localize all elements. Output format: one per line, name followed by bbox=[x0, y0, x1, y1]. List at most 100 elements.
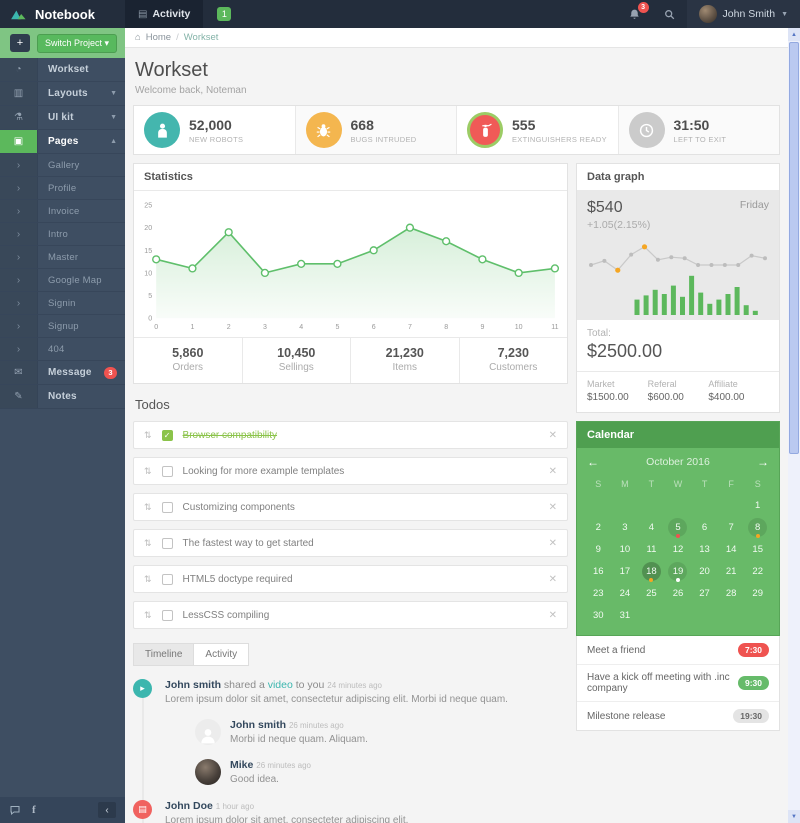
todo-checkbox[interactable]: ✓ bbox=[161, 429, 173, 441]
close-icon[interactable]: ✕ bbox=[549, 466, 557, 477]
activity-button[interactable]: ▤ Activity bbox=[125, 0, 204, 28]
calendar-day-21[interactable]: 21 bbox=[718, 561, 745, 582]
close-icon[interactable]: ✕ bbox=[549, 430, 557, 441]
sidebar-item-404[interactable]: › 404 bbox=[0, 338, 125, 361]
todo-checkbox[interactable] bbox=[161, 537, 173, 549]
tab-activity[interactable]: Activity bbox=[193, 643, 250, 667]
calendar-day-1[interactable]: 1 bbox=[744, 495, 771, 516]
timeline-entry-time: 24 minutes ago bbox=[327, 681, 382, 691]
event-meet-a-friend[interactable]: Meet a friend 7:30 bbox=[577, 636, 779, 665]
tab-timeline[interactable]: Timeline bbox=[133, 643, 195, 667]
close-icon[interactable]: ✕ bbox=[549, 574, 557, 585]
sidebar-item-google-map[interactable]: › Google Map bbox=[0, 269, 125, 292]
calendar-day-26[interactable]: 26 bbox=[665, 583, 692, 604]
stat-card-new-robots[interactable]: 52,000 NEW ROBOTS bbox=[134, 106, 296, 154]
calendar-day-13[interactable]: 13 bbox=[691, 539, 718, 560]
stat-card-bugs-intruded[interactable]: 668 BUGS INTRUDED bbox=[295, 106, 457, 154]
drag-handle-icon[interactable]: ⇅ bbox=[144, 610, 152, 621]
brand[interactable]: Notebook bbox=[0, 0, 125, 28]
calendar-day-28[interactable]: 28 bbox=[718, 583, 745, 604]
sidebar-item-pages[interactable]: ▣ Pages ▲ bbox=[0, 130, 125, 154]
comment-icon[interactable] bbox=[9, 804, 21, 816]
calendar-day-30[interactable]: 30 bbox=[585, 605, 612, 626]
calendar-day-23[interactable]: 23 bbox=[585, 583, 612, 604]
event-milestone-release[interactable]: Milestone release 19:30 bbox=[577, 702, 779, 730]
page-scrollbar[interactable]: ▲ ▼ bbox=[788, 28, 800, 823]
sidebar-item-message[interactable]: ✉ Message 3 bbox=[0, 361, 125, 385]
activity-count-badge[interactable]: 1 bbox=[217, 7, 232, 21]
calendar-day-15[interactable]: 15 bbox=[744, 539, 771, 560]
statistics-panel: Statistics 0 5 10 15 20 25 0 1 2 3 4 5 6 7 8 9 10 11 5,86… bbox=[133, 163, 568, 385]
chevron-right-icon: › bbox=[0, 315, 38, 337]
calendar-day-4[interactable]: 4 bbox=[638, 517, 665, 538]
sidebar-item-gallery[interactable]: › Gallery bbox=[0, 154, 125, 177]
todo-checkbox[interactable] bbox=[161, 609, 173, 621]
drag-handle-icon[interactable]: ⇅ bbox=[144, 538, 152, 549]
calendar-day-8[interactable]: 8 bbox=[744, 517, 771, 538]
stat-card-left-to-exit[interactable]: 31:50 LEFT TO EXIT bbox=[618, 106, 779, 154]
timeline-entry-content: John Doe 1 hour ago Lorem ipsum dolor sit… bbox=[165, 800, 568, 823]
stat-card-extinguishers-ready[interactable]: 555 EXTINGUISHERS READY bbox=[457, 106, 619, 154]
scrollbar-up-icon[interactable]: ▲ bbox=[788, 28, 800, 41]
sidebar-item-signup[interactable]: › Signup bbox=[0, 315, 125, 338]
calendar-day-29[interactable]: 29 bbox=[744, 583, 771, 604]
calendar-day-6[interactable]: 6 bbox=[691, 517, 718, 538]
calendar-day-24[interactable]: 24 bbox=[612, 583, 639, 604]
sidebar-item-master[interactable]: › Master bbox=[0, 246, 125, 269]
drag-handle-icon[interactable]: ⇅ bbox=[144, 502, 152, 513]
user-menu[interactable]: John Smith ▼ bbox=[686, 0, 800, 28]
switch-project-button[interactable]: Switch Project ▾ bbox=[36, 33, 117, 53]
notifications-button[interactable]: 3 bbox=[617, 0, 652, 28]
facebook-icon[interactable]: f bbox=[32, 804, 36, 816]
calendar-day-27[interactable]: 27 bbox=[691, 583, 718, 604]
calendar-day-20[interactable]: 20 bbox=[691, 561, 718, 582]
sidebar-item-profile[interactable]: › Profile bbox=[0, 177, 125, 200]
event-have-a-kick-off-meeting-with-inc-company[interactable]: Have a kick off meeting with .inc compan… bbox=[577, 665, 779, 702]
calendar-day-14[interactable]: 14 bbox=[718, 539, 745, 560]
calendar-next-icon[interactable]: → bbox=[757, 455, 769, 469]
calendar-prev-icon[interactable]: ← bbox=[587, 455, 599, 469]
search-button[interactable] bbox=[652, 0, 687, 28]
sidebar-item-signin[interactable]: › Signin bbox=[0, 292, 125, 315]
sidebar-item-workset[interactable]: ◔ Workset bbox=[0, 58, 125, 82]
timeline-entry-title: John smith shared a video to you 24 minu… bbox=[165, 679, 382, 692]
close-icon[interactable]: ✕ bbox=[549, 502, 557, 513]
calendar-day-5[interactable]: 5 bbox=[665, 517, 692, 538]
calendar-day-16[interactable]: 16 bbox=[585, 561, 612, 582]
breakdown-value: $600.00 bbox=[647, 392, 684, 403]
close-icon[interactable]: ✕ bbox=[549, 538, 557, 549]
sidebar-item-intro[interactable]: › Intro bbox=[0, 223, 125, 246]
todo-checkbox[interactable] bbox=[161, 465, 173, 477]
calendar-day-22[interactable]: 22 bbox=[744, 561, 771, 582]
calendar-day-18[interactable]: 18 bbox=[638, 561, 665, 582]
calendar-day-25[interactable]: 25 bbox=[638, 583, 665, 604]
calendar-day-12[interactable]: 12 bbox=[665, 539, 692, 560]
calendar-day-9[interactable]: 9 bbox=[585, 539, 612, 560]
scrollbar-down-icon[interactable]: ▼ bbox=[788, 810, 800, 823]
timeline-entry-link[interactable]: video bbox=[268, 679, 293, 691]
calendar-day-3[interactable]: 3 bbox=[612, 517, 639, 538]
breadcrumb-home[interactable]: Home bbox=[146, 32, 171, 43]
todo-checkbox[interactable] bbox=[161, 501, 173, 513]
sidebar-item-layouts[interactable]: ▥ Layouts ▼ bbox=[0, 82, 125, 106]
calendar-day-17[interactable]: 17 bbox=[612, 561, 639, 582]
add-project-button[interactable]: + bbox=[10, 34, 30, 52]
calendar-day-10[interactable]: 10 bbox=[612, 539, 639, 560]
sidebar-collapse-button[interactable]: ‹ bbox=[98, 802, 116, 818]
scrollbar-thumb[interactable] bbox=[789, 42, 799, 454]
drag-handle-icon[interactable]: ⇅ bbox=[144, 466, 152, 477]
calendar-day-31[interactable]: 31 bbox=[612, 605, 639, 626]
calendar-day-2[interactable]: 2 bbox=[585, 517, 612, 538]
calendar-day-11[interactable]: 11 bbox=[638, 539, 665, 560]
breakdown-referal: Referal $600.00 bbox=[648, 379, 709, 403]
close-icon[interactable]: ✕ bbox=[549, 610, 557, 621]
calendar-day-19[interactable]: 19 bbox=[665, 561, 692, 582]
sidebar-item-ui-kit[interactable]: ⚗ UI kit ▼ bbox=[0, 106, 125, 130]
calendar-day-7[interactable]: 7 bbox=[718, 517, 745, 538]
sidebar-item-invoice[interactable]: › Invoice bbox=[0, 200, 125, 223]
drag-handle-icon[interactable]: ⇅ bbox=[144, 574, 152, 585]
todo-checkbox[interactable] bbox=[161, 573, 173, 585]
sidebar-item-notes[interactable]: ✎ Notes bbox=[0, 385, 125, 409]
drag-handle-icon[interactable]: ⇅ bbox=[144, 430, 152, 441]
timeline: ▸ John smith shared a video to you 24 min… bbox=[133, 679, 568, 823]
